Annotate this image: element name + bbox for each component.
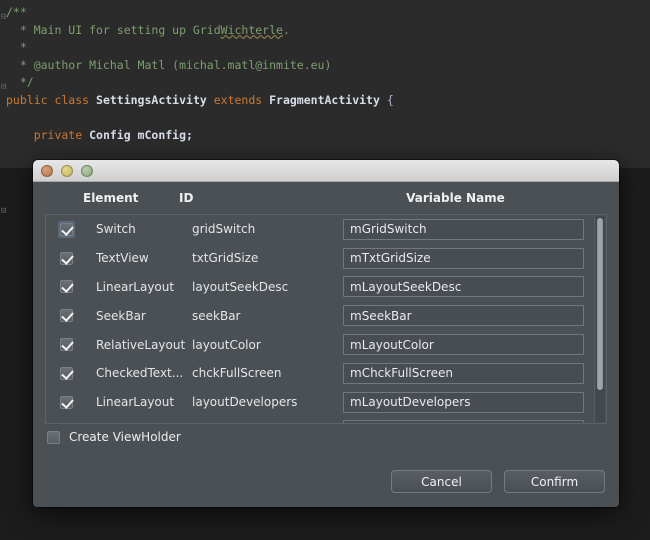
variable-name-input[interactable]	[343, 420, 584, 423]
row-include-checkbox[interactable]	[60, 396, 73, 409]
row-element-id: chckFullScreen	[188, 366, 343, 380]
row-checkbox-cell[interactable]	[46, 367, 86, 380]
variable-name-input[interactable]	[343, 305, 584, 326]
dialog-button-row: Cancel Confirm	[391, 470, 605, 493]
code-token: Config mConfig;	[89, 128, 193, 142]
row-include-checkbox[interactable]	[60, 223, 73, 236]
minimize-window-icon[interactable]	[61, 165, 73, 177]
code-token: SettingsActivity	[96, 93, 214, 107]
row-element-id: seekBar	[188, 309, 343, 323]
column-header-variable-name: Variable Name	[330, 191, 619, 205]
code-line: * Main UI for setting up GridWichterle.	[0, 22, 650, 40]
table-row[interactable]: SeekBarseekBar	[46, 301, 606, 330]
code-fold-icon[interactable]: ⊟	[1, 83, 9, 91]
code-line: public class SettingsActivity extends Fr…	[0, 92, 650, 110]
variable-name-input[interactable]	[343, 334, 584, 355]
row-element-type: LinearLayout	[86, 395, 188, 409]
code-line: * @author Michal Matl (michal.matl@inmit…	[0, 57, 650, 75]
table-header-row: Element ID Variable Name	[33, 182, 619, 214]
row-variable-name-cell[interactable]	[343, 334, 606, 355]
close-window-icon[interactable]	[41, 165, 53, 177]
create-viewholder-label: Create ViewHolder	[69, 430, 181, 444]
dialog-titlebar[interactable]	[33, 160, 619, 182]
table-row[interactable]: TextViewtxtGridSize	[46, 244, 606, 273]
cancel-button[interactable]: Cancel	[391, 470, 492, 493]
code-token: public class	[6, 93, 96, 107]
row-element-type: TextView	[86, 251, 188, 265]
table-scrollbar-track[interactable]	[594, 216, 605, 422]
generate-views-dialog: Element ID Variable Name SwitchgridSwitc…	[33, 160, 619, 507]
row-include-checkbox[interactable]	[60, 280, 73, 293]
code-token: FragmentActivity	[269, 93, 387, 107]
row-element-id: layoutSeekDesc	[188, 280, 343, 294]
row-element-id: txtGridSize	[188, 251, 343, 265]
column-header-element: Element	[73, 191, 175, 205]
row-variable-name-cell[interactable]	[343, 219, 606, 240]
row-variable-name-cell[interactable]	[343, 363, 606, 384]
code-fold-icon[interactable]: ⊟	[1, 207, 9, 215]
row-variable-name-cell[interactable]	[343, 305, 606, 326]
code-token: /**	[6, 5, 27, 19]
row-variable-name-cell[interactable]	[343, 420, 606, 423]
row-element-type: SeekBar	[86, 309, 188, 323]
row-variable-name-cell[interactable]	[343, 248, 606, 269]
variable-name-input[interactable]	[343, 248, 584, 269]
row-include-checkbox[interactable]	[60, 338, 73, 351]
row-include-checkbox[interactable]	[60, 367, 73, 380]
confirm-button[interactable]: Confirm	[504, 470, 605, 493]
row-element-type: Switch	[86, 222, 188, 236]
maximize-window-icon[interactable]	[81, 165, 93, 177]
table-row[interactable]: SwitchgridSwitch	[46, 215, 606, 244]
code-token: * Main UI for setting up Grid	[6, 23, 221, 37]
row-checkbox-cell[interactable]	[46, 221, 86, 238]
row-checkbox-focus-ring	[58, 221, 75, 238]
code-line: /**	[0, 4, 650, 22]
code-line: private Config mConfig;	[0, 127, 650, 145]
row-element-type: LinearLayout	[86, 280, 188, 294]
dialog-body: Element ID Variable Name SwitchgridSwitc…	[33, 182, 619, 507]
code-token: {	[387, 93, 394, 107]
create-viewholder-option[interactable]: Create ViewHolder	[47, 430, 181, 444]
code-token: .	[283, 23, 290, 37]
elements-table-scroll-area[interactable]: SwitchgridSwitchTextViewtxtGridSizeLinea…	[46, 215, 606, 423]
code-line: */	[0, 74, 650, 92]
code-token: Wichterle	[221, 23, 283, 37]
row-checkbox-cell[interactable]	[46, 338, 86, 351]
row-element-type: CheckedText...	[86, 366, 188, 380]
code-token: */	[6, 75, 34, 89]
variable-name-input[interactable]	[343, 363, 584, 384]
row-element-id: layoutColor	[188, 338, 343, 352]
variable-name-input[interactable]	[343, 276, 584, 297]
code-token: * @author Michal Matl (michal.matl@inmit…	[6, 58, 331, 72]
table-row[interactable]: LinearLayouttxtTheCode	[46, 417, 606, 423]
table-scrollbar-thumb[interactable]	[597, 218, 603, 390]
row-variable-name-cell[interactable]	[343, 276, 606, 297]
row-include-checkbox[interactable]	[60, 252, 73, 265]
create-viewholder-checkbox[interactable]	[47, 431, 60, 444]
table-row[interactable]: LinearLayoutlayoutDevelopers	[46, 388, 606, 417]
row-element-type: RelativeLayout	[86, 338, 188, 352]
row-checkbox-cell[interactable]	[46, 252, 86, 265]
code-line: *	[0, 39, 650, 57]
code-token: *	[6, 40, 27, 54]
code-line	[0, 110, 650, 128]
variable-name-input[interactable]	[343, 392, 584, 413]
column-header-id: ID	[175, 191, 330, 205]
row-variable-name-cell[interactable]	[343, 392, 606, 413]
variable-name-input[interactable]	[343, 219, 584, 240]
table-row[interactable]: CheckedText...chckFullScreen	[46, 359, 606, 388]
elements-table: SwitchgridSwitchTextViewtxtGridSizeLinea…	[45, 214, 607, 424]
row-checkbox-cell[interactable]	[46, 396, 86, 409]
code-token: private	[6, 128, 89, 142]
code-token: extends	[214, 93, 269, 107]
code-fold-icon[interactable]: ⊟	[1, 13, 9, 21]
row-include-checkbox[interactable]	[60, 309, 73, 322]
table-row[interactable]: LinearLayoutlayoutSeekDesc	[46, 273, 606, 302]
row-checkbox-cell[interactable]	[46, 280, 86, 293]
row-element-id: layoutDevelopers	[188, 395, 343, 409]
row-element-id: gridSwitch	[188, 222, 343, 236]
row-checkbox-cell[interactable]	[46, 309, 86, 322]
table-row[interactable]: RelativeLayoutlayoutColor	[46, 330, 606, 359]
